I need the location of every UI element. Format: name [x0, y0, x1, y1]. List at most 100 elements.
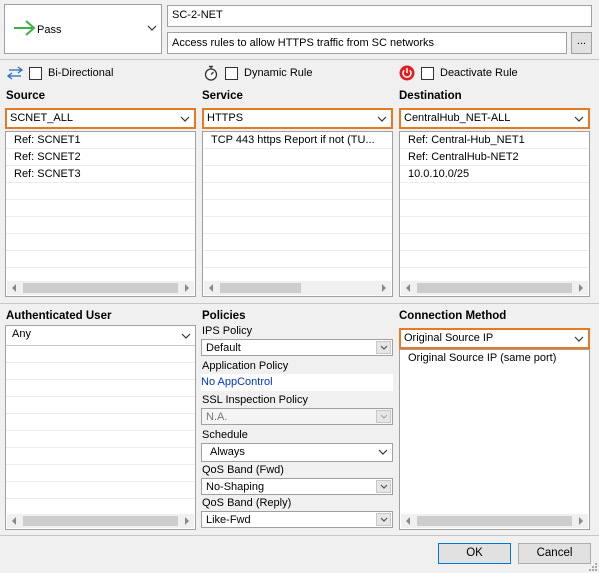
app-policy-link[interactable]: No AppControl: [201, 374, 393, 391]
deactivate-rule-label: Deactivate Rule: [440, 67, 518, 79]
scroll-thumb[interactable]: [23, 283, 178, 293]
empty-row: [400, 200, 589, 217]
list-item[interactable]: Ref: Central-Hub_NET1: [400, 132, 589, 149]
empty-row: [6, 251, 195, 268]
rule-name-field[interactable]: SC-2-NET: [167, 5, 592, 27]
cancel-button[interactable]: Cancel: [518, 543, 591, 564]
empty-row: [6, 200, 195, 217]
ssl-policy-select: N.A.: [201, 408, 393, 425]
chevron-down-icon: [377, 116, 387, 122]
source-combo[interactable]: SCNET_ALL: [5, 108, 196, 129]
scroll-right-icon[interactable]: [184, 284, 190, 292]
ips-policy-select[interactable]: Default: [201, 339, 393, 356]
chevron-down-icon: [380, 414, 388, 419]
dropdown-button[interactable]: [376, 513, 391, 526]
qos-fwd-value: No-Shaping: [206, 481, 265, 493]
empty-row: [6, 431, 195, 448]
dynamic-rule-checkbox[interactable]: [225, 66, 238, 80]
dynamic-rule-option[interactable]: Dynamic Rule: [203, 65, 312, 81]
scroll-right-icon[interactable]: [578, 517, 584, 525]
chevron-down-icon: [181, 333, 191, 339]
scroll-left-icon[interactable]: [11, 284, 17, 292]
empty-row: [6, 183, 195, 200]
ips-policy-label: IPS Policy: [202, 325, 253, 337]
deactivate-rule-checkbox[interactable]: [421, 66, 434, 80]
list-item[interactable]: Ref: SCNET2: [6, 149, 195, 166]
qos-fwd-select[interactable]: No-Shaping: [201, 478, 393, 495]
stopwatch-icon: [204, 65, 218, 81]
scroll-thumb[interactable]: [417, 516, 572, 526]
source-selected: SCNET_ALL: [10, 112, 73, 124]
qos-reply-select[interactable]: Like-Fwd: [201, 511, 393, 528]
scroll-left-icon[interactable]: [405, 517, 411, 525]
connection-method-list[interactable]: Original Source IP (same port): [399, 349, 590, 530]
empty-row: [203, 200, 392, 217]
power-icon: [399, 65, 415, 81]
destination-list[interactable]: Ref: Central-Hub_NET1 Ref: CentralHub-NE…: [399, 131, 590, 297]
dropdown-button[interactable]: [376, 341, 391, 354]
empty-row: [6, 217, 195, 234]
scroll-right-icon[interactable]: [184, 517, 190, 525]
empty-row: [6, 363, 195, 380]
scroll-thumb[interactable]: [417, 283, 572, 293]
horizontal-scrollbar[interactable]: [7, 514, 194, 528]
connection-method-combo[interactable]: Original Source IP: [399, 328, 590, 349]
connection-method-title: Connection Method: [399, 310, 507, 322]
schedule-value: Always: [210, 446, 245, 458]
scroll-left-icon[interactable]: [208, 284, 214, 292]
comment-edit-button[interactable]: ...: [571, 32, 592, 54]
horizontal-scrollbar[interactable]: [401, 281, 588, 295]
action-selector[interactable]: Pass: [4, 4, 162, 54]
auth-user-list[interactable]: Any: [5, 325, 196, 530]
bidirectional-checkbox[interactable]: [29, 66, 42, 80]
chevron-down-icon: [147, 25, 157, 31]
service-list[interactable]: TCP 443 https Report if not (TU...: [202, 131, 393, 297]
scroll-left-icon[interactable]: [11, 517, 17, 525]
horizontal-scrollbar[interactable]: [204, 281, 391, 295]
auth-user-combo[interactable]: Any: [6, 326, 195, 346]
scroll-right-icon[interactable]: [381, 284, 387, 292]
empty-row: [400, 234, 589, 251]
scroll-right-icon[interactable]: [578, 284, 584, 292]
scroll-thumb[interactable]: [220, 283, 301, 293]
scroll-thumb[interactable]: [23, 516, 178, 526]
connection-method-selected: Original Source IP: [404, 332, 494, 344]
list-item[interactable]: Ref: SCNET1: [6, 132, 195, 149]
horizontal-scrollbar[interactable]: [401, 514, 588, 528]
service-combo[interactable]: HTTPS: [202, 108, 393, 129]
empty-row: [6, 448, 195, 465]
policies-title: Policies: [202, 310, 246, 322]
service-title: Service: [202, 90, 243, 102]
ok-button[interactable]: OK: [438, 543, 511, 564]
dropdown-button: [376, 410, 391, 423]
dropdown-button[interactable]: [376, 480, 391, 493]
chevron-down-icon: [380, 517, 388, 522]
empty-row: [6, 482, 195, 499]
deactivate-rule-option[interactable]: Deactivate Rule: [399, 65, 518, 81]
empty-row: [6, 346, 195, 363]
schedule-select[interactable]: Always: [201, 443, 393, 462]
ssl-policy-value: N.A.: [206, 411, 228, 423]
qos-fwd-label: QoS Band (Fwd): [202, 464, 284, 476]
list-item[interactable]: TCP 443 https Report if not (TU...: [203, 132, 392, 149]
bidirectional-option[interactable]: Bi-Directional: [6, 66, 113, 80]
empty-row: [6, 465, 195, 482]
horizontal-scrollbar[interactable]: [7, 281, 194, 295]
destination-combo[interactable]: CentralHub_NET-ALL: [399, 108, 590, 129]
list-item[interactable]: Ref: CentralHub-NET2: [400, 149, 589, 166]
list-item[interactable]: 10.0.10.0/25: [400, 166, 589, 183]
list-item[interactable]: Ref: SCNET3: [6, 166, 195, 183]
app-policy-label: Application Policy: [202, 360, 289, 372]
resize-grip-icon[interactable]: [588, 562, 598, 572]
rule-comment-field[interactable]: Access rules to allow HTTPS traffic from…: [167, 32, 567, 54]
ssl-policy-label: SSL Inspection Policy: [202, 394, 308, 406]
list-item[interactable]: Original Source IP (same port): [400, 350, 589, 367]
empty-row: [203, 217, 392, 234]
schedule-label: Schedule: [202, 429, 248, 441]
chevron-down-icon: [378, 449, 388, 455]
source-list[interactable]: Ref: SCNET1 Ref: SCNET2 Ref: SCNET3: [5, 131, 196, 297]
scroll-left-icon[interactable]: [405, 284, 411, 292]
empty-row: [203, 149, 392, 166]
empty-row: [203, 183, 392, 200]
qos-reply-value: Like-Fwd: [206, 514, 251, 526]
